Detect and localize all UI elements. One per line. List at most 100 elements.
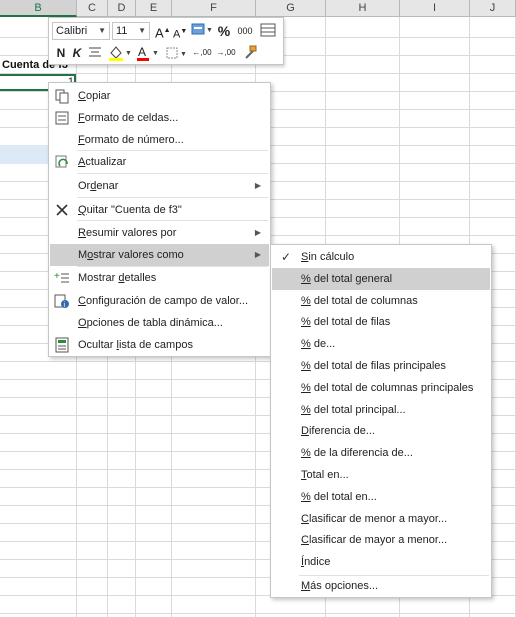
italic-button[interactable]: K	[71, 44, 83, 62]
percent-style-button[interactable]: %	[216, 22, 232, 40]
column-header-g[interactable]: G	[256, 0, 326, 17]
submenu-item-más-opciones[interactable]: Más opciones...	[272, 575, 490, 597]
column-header-e[interactable]: E	[136, 0, 172, 17]
menu-item-mostrar-detalles[interactable]: + Mostrar detalles	[50, 267, 269, 289]
menu-item-resumir-valores-por[interactable]: Resumir valores por ▶	[50, 222, 269, 244]
shrink-font-button[interactable]: A▼	[173, 23, 187, 44]
font-color-button[interactable]: A ▼	[135, 44, 161, 67]
show-details-icon: +	[54, 270, 70, 286]
submenu-item-índice[interactable]: Índice	[272, 551, 490, 573]
menu-item-actualizar[interactable]: Actualizar	[50, 151, 269, 173]
submenu-item-label: Diferencia de...	[301, 425, 375, 438]
submenu-item-label: % del total de columnas principales	[301, 381, 474, 394]
align-center-button[interactable]	[87, 44, 103, 65]
submenu-item-pct-del-total-principal[interactable]: % del total principal...	[272, 399, 490, 421]
submenu-item-clasificar-de-mayor-a-menor[interactable]: Clasificar de mayor a menor...	[272, 529, 490, 551]
checkmark-icon: ✓	[281, 250, 292, 264]
menu-item-configuración-de-campo-de-valor[interactable]: i Configuración de campo de valor...	[50, 290, 269, 312]
font-name-dropdown[interactable]: Calibri ▼	[52, 22, 110, 40]
field-settings-icon: i	[54, 293, 70, 309]
menu-item-formato-de-número[interactable]: Formato de número...	[50, 129, 269, 151]
submenu-item-label: % del total principal...	[301, 403, 406, 416]
refresh-icon	[54, 154, 70, 170]
submenu-item-pct-del-total-de-columnas-principales[interactable]: % del total de columnas principales	[272, 377, 490, 399]
submenu-arrow-icon: ▶	[254, 228, 261, 237]
borders-button[interactable]: ▼	[165, 44, 189, 67]
paint-bucket-icon: ▼	[109, 46, 132, 61]
column-header-f[interactable]: F	[172, 0, 256, 17]
show-values-as-submenu: ✓ Sin cálculo % del total general % del tot…	[270, 244, 492, 598]
column-header-b[interactable]: B	[0, 0, 77, 17]
menu-item-mostrar-valores-como[interactable]: Mostrar valores como ▶	[50, 244, 269, 266]
submenu-item-label: % de...	[301, 338, 336, 351]
mini-toolbar: Calibri ▼ 11 ▼ A▲ A▼ ▼ % 000 N K ▼ A ▼ ▼ …	[48, 17, 284, 65]
menu-separator	[77, 220, 268, 221]
menu-item-formato-de-celdas[interactable]: Formato de celdas...	[50, 107, 269, 129]
menu-item-label: Ocultar lista de campos	[78, 339, 193, 351]
increase-decimals-button[interactable]: ←,00	[191, 44, 213, 62]
pivot-style-button[interactable]: ▼	[190, 22, 214, 43]
decrease-decimals-button[interactable]: →,00	[215, 44, 237, 62]
submenu-item-label: Más opciones...	[301, 580, 379, 592]
submenu-item-pct-del-total-en[interactable]: % del total en...	[272, 486, 490, 508]
submenu-item-pct-del-total-general[interactable]: % del total general	[272, 267, 490, 290]
menu-item-label: Mostrar detalles	[78, 272, 157, 284]
submenu-item-pct-del-total-de-columnas[interactable]: % del total de columnas	[272, 290, 490, 312]
table-format-button[interactable]	[259, 22, 277, 43]
submenu-separator	[299, 575, 489, 576]
submenu-item-pct-del-total-de-filas-principales[interactable]: % del total de filas principales	[272, 355, 490, 377]
column-header-i[interactable]: I	[400, 0, 470, 17]
column-header-j[interactable]: J	[470, 0, 516, 17]
font-name-value: Calibri	[56, 25, 88, 37]
submenu-item-label: % del total de columnas	[301, 294, 418, 307]
menu-separator	[77, 266, 268, 267]
submenu-item-label: Sin cálculo	[301, 251, 355, 263]
submenu-item-pct-de-la-diferencia-de[interactable]: % de la diferencia de...	[272, 442, 490, 464]
submenu-item-label: % del total de filas	[301, 316, 391, 329]
menu-separator	[77, 173, 268, 174]
column-header-h[interactable]: H	[326, 0, 400, 17]
submenu-item-diferencia-de[interactable]: Diferencia de...	[272, 420, 490, 442]
submenu-item-label: Total en...	[301, 469, 349, 481]
bold-button[interactable]: N	[55, 44, 67, 62]
column-header-c[interactable]: C	[77, 0, 108, 17]
menu-item-label: Formato de celdas...	[78, 112, 179, 124]
grow-font-button[interactable]: A▲	[155, 22, 171, 42]
remove-x-icon	[54, 202, 70, 218]
font-size-value: 11	[116, 25, 128, 37]
font-size-dropdown[interactable]: 11 ▼	[112, 22, 150, 40]
submenu-item-pct-del-total-de-filas[interactable]: % del total de filas	[272, 311, 490, 333]
submenu-item-label: Clasificar de menor a mayor...	[301, 512, 448, 525]
fill-color-button[interactable]: ▼	[107, 44, 133, 67]
format-painter-button[interactable]	[241, 44, 259, 65]
field-list-icon	[54, 337, 70, 353]
submenu-item-clasificar-de-menor-a-mayor[interactable]: Clasificar de menor a mayor...	[272, 508, 490, 530]
svg-text:+: +	[54, 271, 60, 282]
menu-item-label: Ordenar	[78, 180, 119, 192]
align-center-icon	[89, 47, 101, 57]
submenu-item-pct-de[interactable]: % de...	[272, 333, 490, 355]
menu-item-opciones-de-tabla-dinámica[interactable]: Opciones de tabla dinámica...	[50, 312, 269, 334]
submenu-item-label: Índice	[301, 556, 331, 569]
svg-text:▼: ▼	[180, 51, 187, 58]
column-header-d[interactable]: D	[108, 0, 136, 17]
submenu-item-label: % del total de filas principales	[301, 360, 446, 372]
menu-item-ordenar[interactable]: Ordenar ▶	[50, 175, 269, 197]
menu-item-quitar-cuenta-de-f3[interactable]: Quitar "Cuenta de f3"	[50, 199, 269, 221]
menu-item-ocultar-lista-de-campos[interactable]: Ocultar lista de campos	[50, 334, 269, 356]
menu-separator	[77, 150, 268, 151]
menu-item-label: Formato de número...	[78, 134, 184, 146]
svg-text:▼: ▼	[152, 50, 159, 57]
submenu-item-total-en[interactable]: Total en...	[272, 464, 490, 486]
svg-text:▼: ▼	[125, 50, 132, 57]
copy-icon	[54, 88, 70, 104]
submenu-item-sin-cálculo[interactable]: ✓ Sin cálculo	[272, 246, 490, 268]
submenu-arrow-icon: ▶	[254, 181, 261, 190]
chevron-down-icon: ▼	[98, 26, 106, 35]
menu-item-label: Resumir valores por	[78, 227, 177, 239]
borders-icon: ▼	[166, 47, 187, 59]
menu-separator	[77, 197, 268, 198]
menu-item-label: Actualizar	[78, 156, 127, 168]
thousands-separator-button[interactable]: 000	[235, 22, 255, 40]
menu-item-copiar[interactable]: Copiar	[50, 85, 269, 107]
